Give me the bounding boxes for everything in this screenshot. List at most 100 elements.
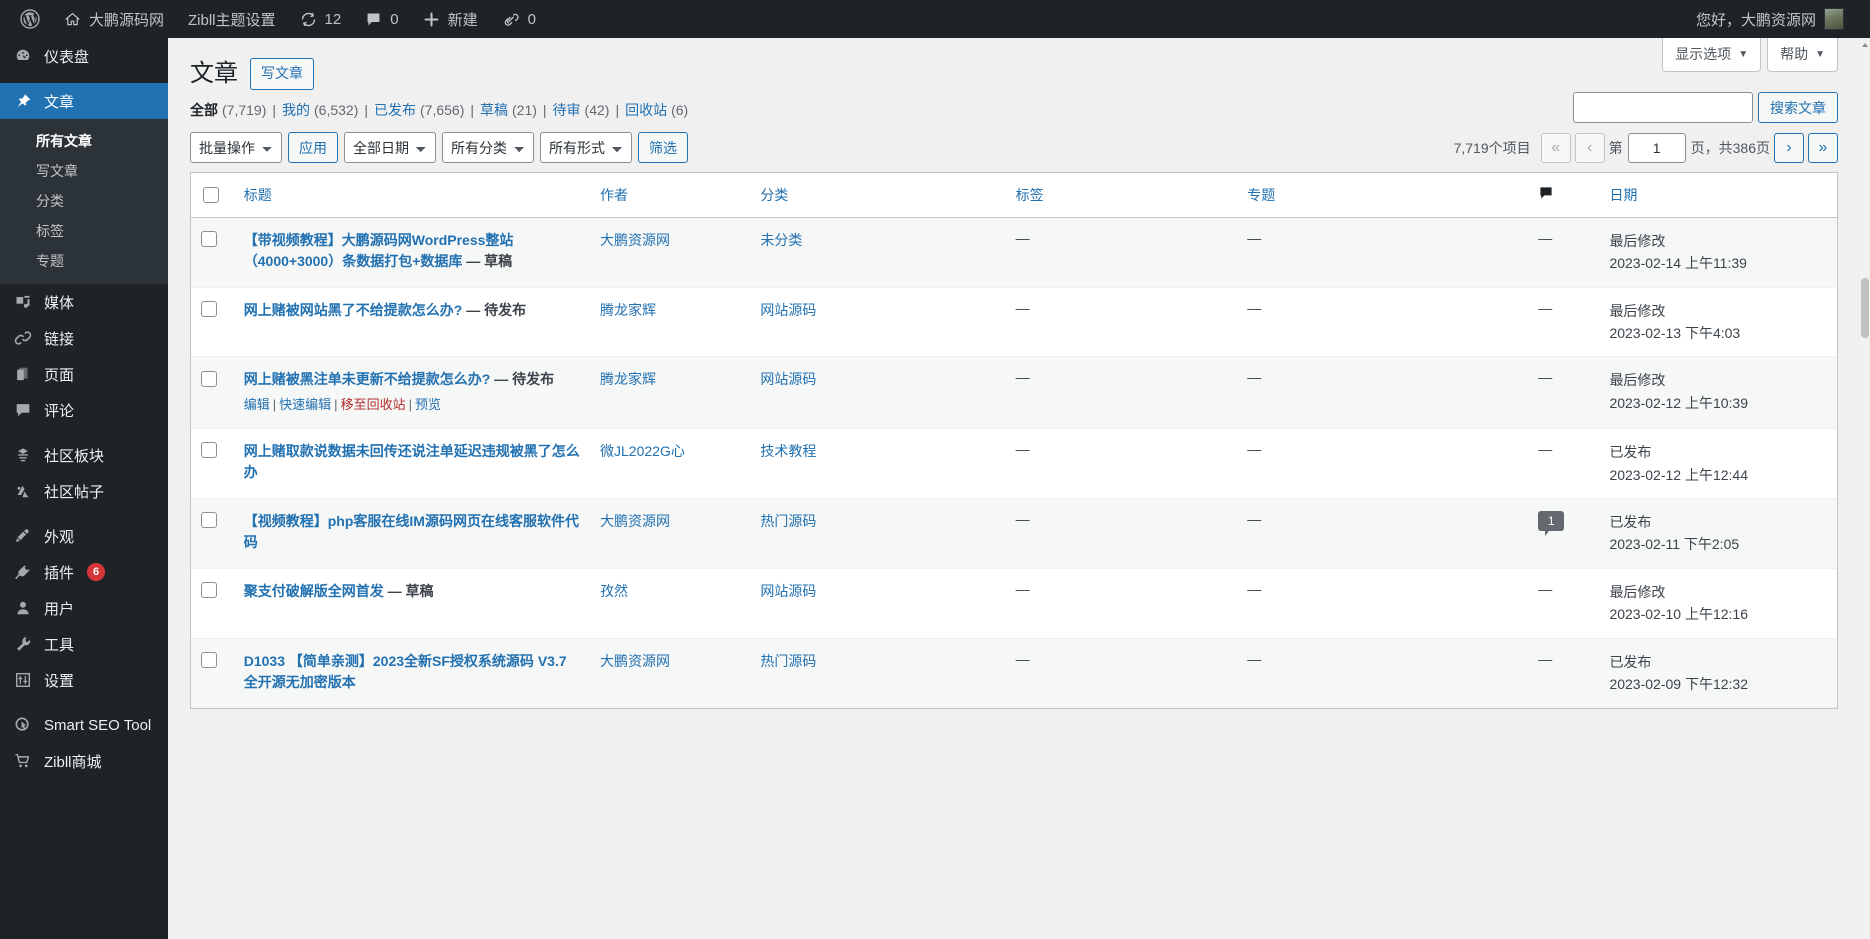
row-checkbox[interactable] [201,301,217,317]
category-link[interactable]: 热门源码 [760,653,816,669]
post-title-link[interactable]: 网上赌被黑注单未更新不给提款怎么办? [244,371,491,387]
status-filter-draft[interactable]: 草稿 (21) | [480,100,553,120]
author-link[interactable]: 孜然 [600,583,628,599]
sidebar-subitem-all-posts[interactable]: 所有文章 [0,126,168,156]
new-content-button[interactable]: 新建 [411,0,490,38]
category-link[interactable]: 技术教程 [760,443,816,459]
updates-link[interactable]: 12 [288,0,354,38]
page-scrollbar[interactable] [1860,38,1870,939]
sidebar-item-appearance[interactable]: 外观 [0,518,168,554]
sidebar-item-smart-seo-tool[interactable]: Smart SEO Tool [0,707,168,743]
column-header-title[interactable]: 标题 [234,173,590,218]
sidebar-item-plugins[interactable]: 插件 6 [0,554,168,590]
status-filter-all-label[interactable]: 全部 [190,100,218,120]
column-header-date[interactable]: 日期 [1599,173,1837,218]
prev-page-button[interactable]: ‹ [1575,133,1605,163]
post-title-link[interactable]: D1033 【简单亲测】2023全新SF授权系统源码 V3.7全开源无加密版本 [244,653,567,690]
status-filter-all[interactable]: 全部 (7,719) | [190,100,282,120]
author-link[interactable]: 大鹏资源网 [600,653,670,669]
post-title-link[interactable]: 网上赌被网站黑了不给提款怎么办? [244,302,463,318]
category-link[interactable]: 网站源码 [760,371,816,387]
scroll-up-arrow-icon[interactable] [1860,38,1870,52]
sidebar-subitem-categories[interactable]: 分类 [0,186,168,216]
sidebar-item-dashboard[interactable]: 仪表盘 [0,38,168,74]
add-new-post-button[interactable]: 写文章 [250,58,314,90]
status-filter-draft-label[interactable]: 草稿 [480,100,508,120]
status-filter-published-label[interactable]: 已发布 [374,100,416,120]
links-indicator[interactable]: 0 [490,0,548,38]
sidebar-item-media[interactable]: 媒体 [0,284,168,320]
status-filter-mine-label[interactable]: 我的 [282,100,310,120]
author-link[interactable]: 大鹏资源网 [600,232,670,248]
author-link[interactable]: 腾龙家辉 [600,371,656,387]
sidebar-item-community-posts[interactable]: 社区帖子 [0,473,168,509]
next-page-button[interactable]: › [1774,133,1804,163]
sidebar-item-community-boards[interactable]: 社区板块 [0,437,168,473]
sidebar-item-tools[interactable]: 工具 [0,626,168,662]
status-filter-trash[interactable]: 回收站 (6) [625,100,688,120]
row-action-quick-edit[interactable]: 快速编辑 [279,397,331,412]
table-row: 【带视频教程】大鹏源码网WordPress整站（4000+3000）条数据打包+… [191,218,1837,288]
row-checkbox[interactable] [201,512,217,528]
status-filter-trash-label[interactable]: 回收站 [625,100,667,120]
post-title-link[interactable]: 网上赌取款说数据未回传还说注单延迟违规被黑了怎么办 [244,443,580,480]
search-input[interactable] [1573,92,1753,123]
zibll-theme-settings-link[interactable]: Zibll主题设置 [176,0,288,38]
comment-count-bubble[interactable]: 1 [1538,511,1564,531]
row-comments-cell: — [1528,429,1599,499]
scrollbar-thumb[interactable] [1861,278,1869,338]
sidebar-item-comments[interactable]: 评论 [0,392,168,428]
topic-value: — [1247,581,1261,597]
post-title-link[interactable]: 【视频教程】php客服在线IM源码网页在线客服软件代码 [244,513,579,550]
comments-link[interactable]: 0 [353,0,410,38]
sidebar-item-pages[interactable]: 页面 [0,356,168,392]
search-submit-button[interactable]: 搜索文章 [1758,92,1838,123]
row-action-edit[interactable]: 编辑 [244,397,270,412]
format-filter-select[interactable]: 所有形式 [540,132,632,163]
select-all-checkbox[interactable] [203,187,219,203]
status-filter-pending[interactable]: 待审 (42) | [553,100,626,120]
first-page-button[interactable]: « [1541,133,1571,163]
sidebar-item-posts[interactable]: 文章 [0,83,168,119]
author-link[interactable]: 大鹏资源网 [600,513,670,529]
sidebar-item-users[interactable]: 用户 [0,590,168,626]
category-link[interactable]: 热门源码 [760,513,816,529]
author-link[interactable]: 腾龙家辉 [600,302,656,318]
category-link[interactable]: 网站源码 [760,583,816,599]
sidebar-item-settings[interactable]: 设置 [0,662,168,698]
row-checkbox[interactable] [201,231,217,247]
date-filter-select[interactable]: 全部日期 [344,132,436,163]
sidebar-subitem-tags[interactable]: 标签 [0,216,168,246]
site-name-link[interactable]: 大鹏源码网 [52,0,176,38]
status-filter-pending-label[interactable]: 待审 [553,100,581,120]
row-action-trash[interactable]: 移至回收站 [341,397,406,412]
bulk-action-select[interactable]: 批量操作 [190,132,282,163]
row-checkbox[interactable] [201,371,217,387]
author-link[interactable]: 微JL2022G心 [600,443,685,459]
status-filter-mine[interactable]: 我的 (6,532) | [282,100,374,120]
date-value-label: 2023-02-10 上午12:16 [1609,603,1827,625]
category-link[interactable]: 网站源码 [760,302,816,318]
wordpress-logo-button[interactable] [8,0,52,38]
help-button[interactable]: 帮助 ▼ [1767,38,1838,72]
comments-value: — [1538,300,1552,316]
row-checkbox[interactable] [201,442,217,458]
row-checkbox[interactable] [201,582,217,598]
sidebar-item-links[interactable]: 链接 [0,320,168,356]
my-account-menu[interactable]: 您好，大鹏资源网 [1684,0,1856,38]
apply-bulk-action-button[interactable]: 应用 [288,132,338,163]
last-page-button[interactable]: » [1808,133,1838,163]
row-action-preview[interactable]: 预览 [415,397,441,412]
sidebar-subitem-new-post[interactable]: 写文章 [0,156,168,186]
current-page-input[interactable] [1628,133,1686,163]
status-filter-published[interactable]: 已发布 (7,656) | [374,100,480,120]
screen-options-button[interactable]: 显示选项 ▼ [1662,38,1761,72]
category-link[interactable]: 未分类 [760,232,802,248]
sidebar-item-zibll-shop[interactable]: Zibll商城 [0,743,168,779]
date-status-label: 最后修改 [1609,300,1827,322]
row-checkbox[interactable] [201,652,217,668]
sidebar-subitem-topics[interactable]: 专题 [0,246,168,276]
category-filter-select[interactable]: 所有分类 [442,132,534,163]
filter-submit-button[interactable]: 筛选 [638,132,688,163]
post-title-link[interactable]: 聚支付破解版全网首发 [244,583,384,599]
